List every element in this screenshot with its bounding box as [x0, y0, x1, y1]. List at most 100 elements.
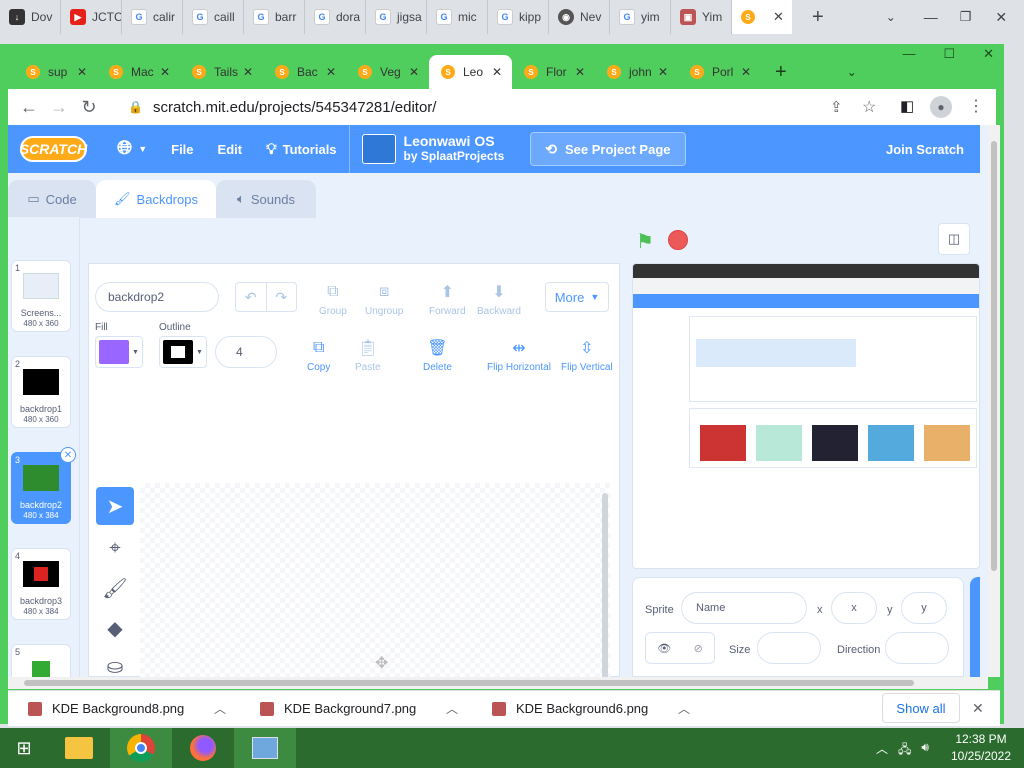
tab-sounds[interactable]: 🔈︎ Sounds [216, 180, 316, 218]
outer-tab[interactable]: ▣ Yim [671, 0, 732, 34]
outer-tab-active[interactable]: S ✕ [732, 0, 792, 34]
inner-tab-active[interactable]: S Leo ✕ [429, 55, 512, 89]
close-icon[interactable]: ✕ [575, 65, 585, 79]
file-menu[interactable]: File [159, 125, 205, 173]
show-all-downloads-button[interactable]: Show all [882, 693, 960, 723]
inner-tab[interactable]: S Porl ✕ [678, 55, 761, 89]
close-window-button[interactable]: ✕ [995, 9, 1007, 26]
costume-name-input[interactable]: backdrop2 [95, 282, 219, 312]
stage-preview[interactable] [632, 263, 980, 569]
stop-icon[interactable] [668, 230, 688, 250]
tab-search-icon[interactable]: ⌄ [847, 65, 857, 79]
flip-horizontal-button[interactable]: ⇹ Flip Horizontal [487, 338, 551, 373]
small-stage-button[interactable]: ◫ [938, 223, 970, 255]
scratch-logo[interactable]: SCRATCH [20, 136, 87, 162]
close-icon[interactable]: ✕ [773, 9, 784, 25]
direction-input[interactable] [885, 632, 949, 664]
close-icon[interactable]: ✕ [243, 65, 253, 79]
green-flag-icon[interactable]: ⚑ [636, 229, 658, 253]
outer-tab[interactable]: ◉ Nev [549, 0, 610, 34]
close-icon[interactable]: ✕ [741, 65, 751, 79]
join-scratch-link[interactable]: Join Scratch [886, 142, 964, 157]
edit-menu[interactable]: Edit [206, 125, 255, 173]
taskbar-chrome[interactable] [110, 728, 172, 768]
canvas-scrollbar[interactable] [602, 493, 608, 677]
close-icon[interactable]: ✕ [409, 65, 419, 79]
select-tool[interactable]: ➤ [96, 487, 134, 525]
bookmark-star-icon[interactable]: ☆ [862, 97, 876, 117]
tab-search-icon[interactable]: ⌄ [886, 10, 896, 24]
group-button[interactable]: ⧉ Group [319, 282, 347, 317]
paste-button[interactable]: 📋︎ Paste [355, 338, 381, 373]
minimize-button[interactable]: — [924, 9, 938, 25]
close-icon[interactable]: ✕ [492, 65, 502, 79]
fill-tool[interactable]: ⛀ [96, 647, 134, 678]
share-icon[interactable]: ⇪ [830, 98, 843, 116]
see-project-page-button[interactable]: ⟲ See Project Page [530, 132, 686, 166]
list-item[interactable]: 5 backdrop4 [11, 644, 71, 677]
language-menu[interactable]: 🌐︎ ▼ [105, 125, 159, 173]
taskbar-file-explorer[interactable] [48, 728, 110, 768]
close-icon[interactable]: ✕ [658, 65, 668, 79]
inner-tab[interactable]: S Bac ✕ [263, 55, 346, 89]
eraser-tool[interactable]: ◆ [96, 609, 134, 647]
reload-icon[interactable]: ↻ [74, 92, 104, 122]
inner-tab[interactable]: Sjohn ✕ [595, 55, 678, 89]
delete-costume-icon[interactable]: ✕ [60, 447, 76, 463]
list-item[interactable]: 2 backdrop1 480 x 360 [11, 356, 71, 428]
taskbar-control-panel[interactable] [234, 728, 296, 768]
download-item[interactable]: KDE Background8.png ︿ [8, 691, 240, 727]
clock[interactable]: 12:38 PM 10/25/2022 [950, 731, 1012, 765]
size-input[interactable] [757, 632, 821, 664]
menu-kebab-icon[interactable]: ⋮ [968, 96, 984, 116]
outer-tab[interactable]: Gyim [610, 0, 671, 34]
project-title-block[interactable]: Leonwawi OS by SplaatProjects [350, 125, 517, 173]
chevron-up-icon[interactable]: ︿ [214, 700, 226, 717]
new-tab-button[interactable]: + [775, 61, 787, 84]
tutorials-button[interactable]: 💡︎ Tutorials [254, 125, 350, 173]
outer-tab[interactable]: ↓ Dov [0, 0, 61, 34]
new-tab-button[interactable]: + [812, 6, 824, 29]
side-panel-icon[interactable]: ◧ [900, 97, 914, 115]
start-button[interactable]: ⊞ [0, 728, 48, 768]
url-field[interactable]: 🔒 scratch.mit.edu/projects/545347281/edi… [118, 93, 898, 121]
outer-tab[interactable]: Gjigsa [366, 0, 427, 34]
delete-button[interactable]: 🗑︎ Delete [423, 338, 452, 373]
profile-avatar[interactable]: ● [930, 96, 952, 118]
back-icon[interactable]: ← [14, 92, 44, 122]
tab-backdrops[interactable]: 🖌︎ Backdrops [96, 180, 216, 218]
inner-tab[interactable]: Ssup ✕ [14, 55, 97, 89]
download-item[interactable]: KDE Background6.png ︿ [472, 691, 704, 727]
page-horizontal-scrollbar[interactable] [8, 677, 988, 689]
undo-icon[interactable]: ↶ [236, 283, 267, 311]
outline-color-picker[interactable]: ▼ [159, 336, 207, 368]
outer-tab[interactable]: Gcalir [122, 0, 183, 34]
ungroup-button[interactable]: ⧈ Ungroup [365, 282, 403, 317]
download-item[interactable]: KDE Background7.png ︿ [240, 691, 472, 727]
close-icon[interactable]: ✕ [972, 700, 984, 717]
forward-button[interactable]: ⬆ Forward [429, 282, 466, 317]
network-icon[interactable]: 🖧︎ [898, 740, 911, 761]
outline-width-input[interactable]: 4 [215, 336, 277, 368]
inner-tab[interactable]: S Flor ✕ [512, 55, 595, 89]
close-icon[interactable]: ✕ [160, 65, 170, 79]
forward-icon[interactable]: → [44, 92, 74, 122]
close-icon[interactable]: ✕ [77, 65, 87, 79]
x-input[interactable]: x [831, 592, 877, 624]
flip-vertical-button[interactable]: ⇳ Flip Vertical [561, 338, 613, 373]
outer-tab[interactable]: Gmic [427, 0, 488, 34]
eye-hidden-icon[interactable]: ⊘ [694, 642, 703, 655]
restore-button[interactable]: ❐ [960, 9, 972, 25]
show-sprite-toggle[interactable]: 👁︎ ⊘ [645, 632, 715, 664]
more-dropdown[interactable]: More ▼ [545, 282, 609, 312]
redo-icon[interactable]: ↷ [267, 283, 297, 311]
list-item[interactable]: 1 Screens... 480 x 360 [11, 260, 71, 332]
y-input[interactable]: y [901, 592, 947, 624]
inner-tab[interactable]: S Veg ✕ [346, 55, 429, 89]
inner-tab[interactable]: S Mac ✕ [97, 55, 180, 89]
brush-tool[interactable]: 🖌︎ [96, 569, 134, 607]
copy-button[interactable]: ⧉ Copy [307, 338, 330, 373]
volume-icon[interactable]: 🔊︎ [921, 740, 929, 761]
backward-button[interactable]: ⬇ Backward [477, 282, 521, 317]
chevron-up-icon[interactable]: ︿ [446, 700, 458, 717]
